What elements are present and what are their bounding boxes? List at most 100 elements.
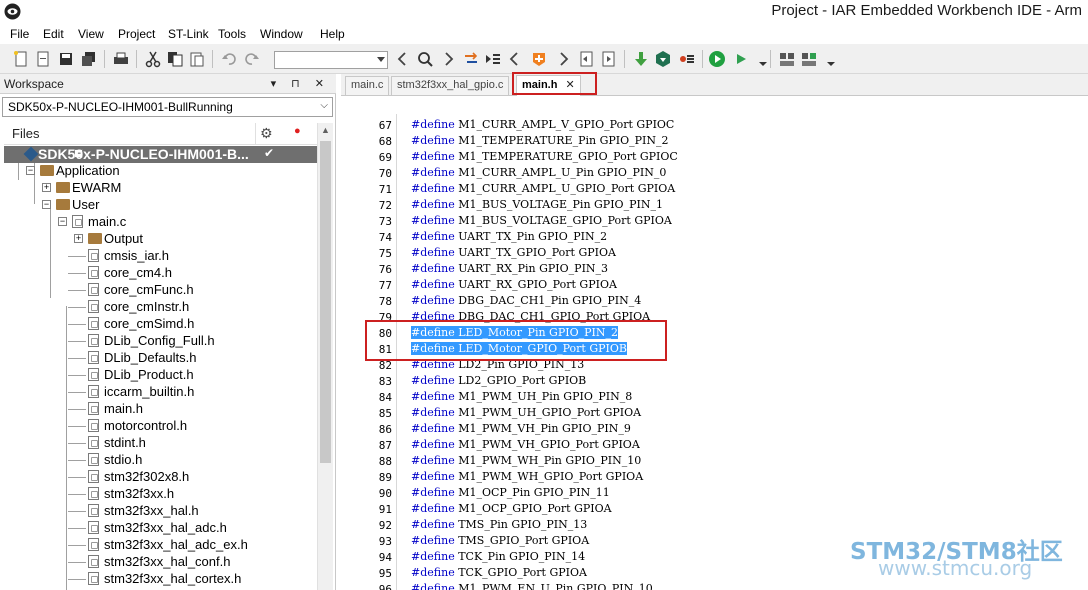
- collapse-icon[interactable]: −: [58, 217, 67, 226]
- menu-help[interactable]: Help: [320, 27, 345, 41]
- menu-file[interactable]: File: [10, 27, 29, 41]
- open-icon[interactable]: [34, 50, 52, 68]
- collapse-icon[interactable]: −: [26, 166, 35, 175]
- paste-icon[interactable]: [188, 50, 206, 68]
- code-line[interactable]: #define M1_OCP_Pin GPIO_PIN_11: [411, 486, 610, 499]
- tree-project-root[interactable]: − SDK50x-P-NUCLEO-IHM001-B... ✔: [4, 146, 317, 163]
- tree-file[interactable]: stm32f3xx_hal.h: [4, 503, 317, 520]
- find-combo[interactable]: [274, 51, 388, 69]
- chevron-down-icon[interactable]: [822, 50, 840, 68]
- redo-icon[interactable]: [243, 50, 261, 68]
- tree-file[interactable]: DLib_Defaults.h: [4, 350, 317, 367]
- goto-icon[interactable]: [484, 50, 502, 68]
- code-line[interactable]: #define M1_PWM_WH_GPIO_Port GPIOA: [411, 470, 643, 483]
- layout-alt-icon[interactable]: [800, 50, 818, 68]
- save-icon[interactable]: [57, 50, 75, 68]
- scroll-up-icon[interactable]: ▲: [321, 125, 330, 135]
- tree-folder[interactable]: − User: [4, 197, 317, 214]
- code-line[interactable]: #define UART_RX_Pin GPIO_PIN_3: [411, 262, 608, 275]
- tree-file[interactable]: main.h: [4, 401, 317, 418]
- run-icon[interactable]: [732, 50, 750, 68]
- tree-file[interactable]: stm32f3xx_hal_adc_ex.h: [4, 537, 317, 554]
- debug-download-icon[interactable]: [654, 50, 672, 68]
- code-line[interactable]: #define LD2_GPIO_Port GPIOB: [411, 374, 586, 387]
- chevron-down-icon[interactable]: [377, 57, 385, 62]
- code-line[interactable]: #define M1_PWM_VH_Pin GPIO_PIN_9: [411, 422, 631, 435]
- bookmark-icon[interactable]: [530, 50, 548, 68]
- gear-icon[interactable]: ⚙: [260, 125, 273, 142]
- tree-file[interactable]: stm32f3xx_hal_adc.h: [4, 520, 317, 537]
- code-line[interactable]: #define TMS_Pin GPIO_PIN_13: [411, 518, 587, 531]
- tree-file[interactable]: stdio.h: [4, 452, 317, 469]
- tree-file[interactable]: stm32f3xx.h: [4, 486, 317, 503]
- tree-file[interactable]: DLib_Product.h: [4, 367, 317, 384]
- tree-file[interactable]: core_cmSimd.h: [4, 316, 317, 333]
- make-icon[interactable]: [600, 50, 618, 68]
- menu-st-link[interactable]: ST-Link: [168, 27, 209, 41]
- tree-file[interactable]: DLib_Config_Full.h: [4, 333, 317, 350]
- expand-icon[interactable]: +: [74, 234, 83, 243]
- scrollbar-thumb[interactable]: [320, 141, 331, 463]
- new-file-icon[interactable]: [12, 50, 30, 68]
- workspace-scrollbar[interactable]: ▲: [317, 123, 333, 590]
- configuration-select[interactable]: SDK50x-P-NUCLEO-IHM001-BullRunning ⌵: [2, 97, 333, 117]
- code-line[interactable]: #define TMS_GPIO_Port GPIOA: [411, 534, 589, 547]
- tree-folder[interactable]: + EWARM: [4, 180, 317, 197]
- chevron-down-icon[interactable]: ⌵: [320, 100, 328, 111]
- code-line[interactable]: #define M1_TEMPERATURE_Pin GPIO_PIN_2: [411, 134, 669, 147]
- menu-view[interactable]: View: [78, 27, 104, 41]
- menu-tools[interactable]: Tools: [218, 27, 246, 41]
- code-line[interactable]: #define TCK_GPIO_Port GPIOA: [411, 566, 587, 579]
- code-line[interactable]: #define UART_TX_Pin GPIO_PIN_2: [411, 230, 607, 243]
- tree-file[interactable]: − main.c: [4, 214, 317, 231]
- chevron-right-icon[interactable]: [439, 50, 457, 68]
- tree-folder[interactable]: − Application: [4, 163, 317, 180]
- tree-file[interactable]: stm32f302x8.h: [4, 469, 317, 486]
- panel-controls[interactable]: ▾ ⊓ ✕: [271, 77, 330, 90]
- collapse-icon[interactable]: −: [42, 200, 51, 209]
- search-icon[interactable]: [416, 50, 434, 68]
- code-line[interactable]: #define M1_PWM_VH_GPIO_Port GPIOA: [411, 438, 640, 451]
- chevron-left-icon[interactable]: [394, 50, 412, 68]
- tab-main-c[interactable]: main.c: [345, 76, 390, 95]
- undo-icon[interactable]: [220, 50, 238, 68]
- chevron-left-icon[interactable]: [506, 50, 524, 68]
- code-line[interactable]: #define UART_RX_GPIO_Port GPIOA: [411, 278, 617, 291]
- code-line[interactable]: #define UART_TX_GPIO_Port GPIOA: [411, 246, 616, 259]
- menu-edit[interactable]: Edit: [43, 27, 64, 41]
- tree-file[interactable]: iccarm_builtin.h: [4, 384, 317, 401]
- save-all-icon[interactable]: [80, 50, 98, 68]
- copy-icon[interactable]: [166, 50, 184, 68]
- tree-file[interactable]: stm32f3xx_hal_cortex.h: [4, 571, 317, 588]
- code-line[interactable]: #define M1_CURR_AMPL_U_Pin GPIO_PIN_0: [411, 166, 666, 179]
- replace-icon[interactable]: [462, 50, 480, 68]
- tree-file[interactable]: stdint.h: [4, 435, 317, 452]
- expand-icon[interactable]: +: [42, 183, 51, 192]
- menu-window[interactable]: Window: [260, 27, 303, 41]
- layout-icon[interactable]: [778, 50, 796, 68]
- tree-file[interactable]: stm32f3xx_hal_conf.h: [4, 554, 317, 571]
- compile-icon[interactable]: [578, 50, 596, 68]
- breakpoint-icon[interactable]: [678, 50, 696, 68]
- tree-file[interactable]: core_cm4.h: [4, 265, 317, 282]
- code-line[interactable]: #define M1_PWM_EN_U_Pin GPIO_PIN_10: [411, 582, 653, 590]
- tree-file[interactable]: cmsis_iar.h: [4, 248, 317, 265]
- chevron-right-icon[interactable]: [554, 50, 572, 68]
- code-line[interactable]: #define M1_BUS_VOLTAGE_Pin GPIO_PIN_1: [411, 198, 663, 211]
- tree-file[interactable]: motorcontrol.h: [4, 418, 317, 435]
- code-line[interactable]: #define M1_PWM_UH_Pin GPIO_PIN_8: [411, 390, 632, 403]
- code-line[interactable]: #define M1_OCP_GPIO_Port GPIOA: [411, 502, 612, 515]
- code-area[interactable]: 67 68 69 70 71 72 73 74 75 76 77 78 79 80 81 82 83 84 85 86…: [341, 114, 1088, 590]
- code-line[interactable]: #define M1_CURR_AMPL_U_GPIO_Port GPIOA: [411, 182, 675, 195]
- code-line[interactable]: #define DBG_DAC_CH1_Pin GPIO_PIN_4: [411, 294, 641, 307]
- code-line[interactable]: #define M1_TEMPERATURE_GPIO_Port GPIOC: [411, 150, 678, 163]
- code-line[interactable]: #define TCK_Pin GPIO_PIN_14: [411, 550, 585, 563]
- code-line[interactable]: #define M1_PWM_UH_GPIO_Port GPIOA: [411, 406, 641, 419]
- tree-file[interactable]: core_cmInstr.h: [4, 299, 317, 316]
- menu-project[interactable]: Project: [118, 27, 155, 41]
- print-icon[interactable]: [112, 50, 130, 68]
- code-line[interactable]: #define M1_BUS_VOLTAGE_GPIO_Port GPIOA: [411, 214, 672, 227]
- debug-icon[interactable]: [708, 50, 726, 68]
- tab-stm32f3xx-hal-gpio-c[interactable]: stm32f3xx_hal_gpio.c: [391, 76, 510, 95]
- tree-folder[interactable]: + Output: [4, 231, 317, 248]
